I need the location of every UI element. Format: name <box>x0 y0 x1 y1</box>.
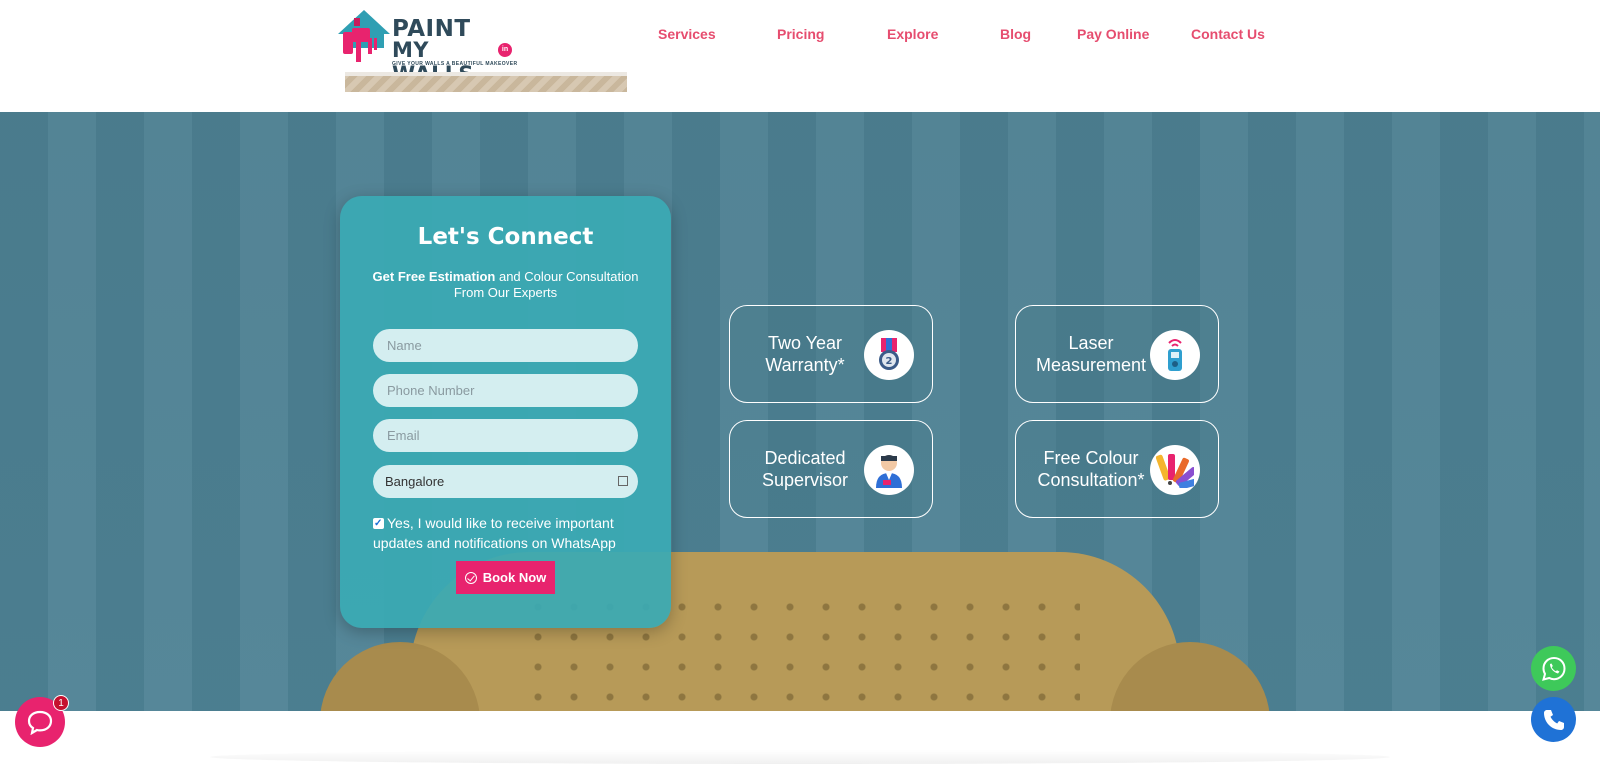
whatsapp-consent: Yes, I would like to receive important u… <box>373 513 643 553</box>
supervisor-icon <box>864 445 914 495</box>
paint-house-icon <box>338 10 390 62</box>
nav-pricing[interactable]: Pricing <box>777 26 824 42</box>
dropdown-icon <box>618 476 628 486</box>
check-circle-icon <box>464 571 477 584</box>
book-now-button[interactable]: Book Now <box>456 561 555 594</box>
laser-meter-icon <box>1150 330 1200 380</box>
header-floor-image <box>345 72 627 92</box>
chat-icon <box>27 710 53 735</box>
section-divider-shadow <box>210 750 1390 764</box>
phone-input[interactable] <box>373 374 638 407</box>
feature-warranty: Two Year Warranty* 2 <box>729 305 933 403</box>
svg-text:2: 2 <box>886 356 893 367</box>
nav-services[interactable]: Services <box>658 26 716 42</box>
feature-free-colour-consultation: Free Colour Consultation* <box>1015 420 1219 518</box>
logo-tagline: GIVE YOUR WALLS A BEAUTIFUL MAKEOVER <box>392 61 518 67</box>
book-now-label: Book Now <box>482 570 547 585</box>
logo-domain-badge: in <box>498 43 512 57</box>
chat-notification-badge: 1 <box>53 695 69 711</box>
nav-blog[interactable]: Blog <box>1000 26 1031 42</box>
nav-explore[interactable]: Explore <box>887 26 938 42</box>
colour-swatch-icon <box>1150 445 1200 495</box>
logo[interactable]: PAINT MY WALLS. in GIVE YOUR WALLS A BEA… <box>334 8 517 86</box>
feature-dedicated-supervisor: Dedicated Supervisor <box>729 420 933 518</box>
whatsapp-button[interactable] <box>1531 646 1576 691</box>
email-input[interactable] <box>373 419 638 452</box>
name-input[interactable] <box>373 329 638 362</box>
call-button[interactable] <box>1531 697 1576 742</box>
form-subtitle-bold: Get Free Estimation <box>372 269 496 284</box>
feature-label: Free Colour Consultation* <box>1037 448 1145 490</box>
nav-contact-us[interactable]: Contact Us <box>1191 26 1265 42</box>
phone-icon <box>1543 709 1564 730</box>
lead-form-card: Let's Connect Get Free Estimation and Co… <box>340 196 671 628</box>
feature-label: Dedicated Supervisor <box>761 448 849 490</box>
consent-checkbox[interactable] <box>373 514 384 534</box>
chat-widget-button[interactable]: 1 <box>15 695 69 747</box>
nav-pay-online[interactable]: Pay Online <box>1077 26 1149 42</box>
hero-section <box>0 112 1600 711</box>
city-select[interactable]: Bangalore <box>373 465 638 498</box>
whatsapp-icon <box>1541 656 1566 681</box>
consent-label: Yes, I would like to receive important u… <box>373 515 616 551</box>
city-select-value: Bangalore <box>385 474 445 489</box>
form-title: Let's Connect <box>417 224 594 250</box>
feature-label: Two Year Warranty* <box>765 333 845 375</box>
feature-label: Laser Measurement <box>1035 333 1147 375</box>
feature-laser-measurement: Laser Measurement <box>1015 305 1219 403</box>
medal-icon: 2 <box>864 330 914 380</box>
form-subtitle: Get Free Estimation and Colour Consultat… <box>360 269 651 301</box>
site-header: PAINT MY WALLS. in GIVE YOUR WALLS A BEA… <box>0 0 1600 112</box>
